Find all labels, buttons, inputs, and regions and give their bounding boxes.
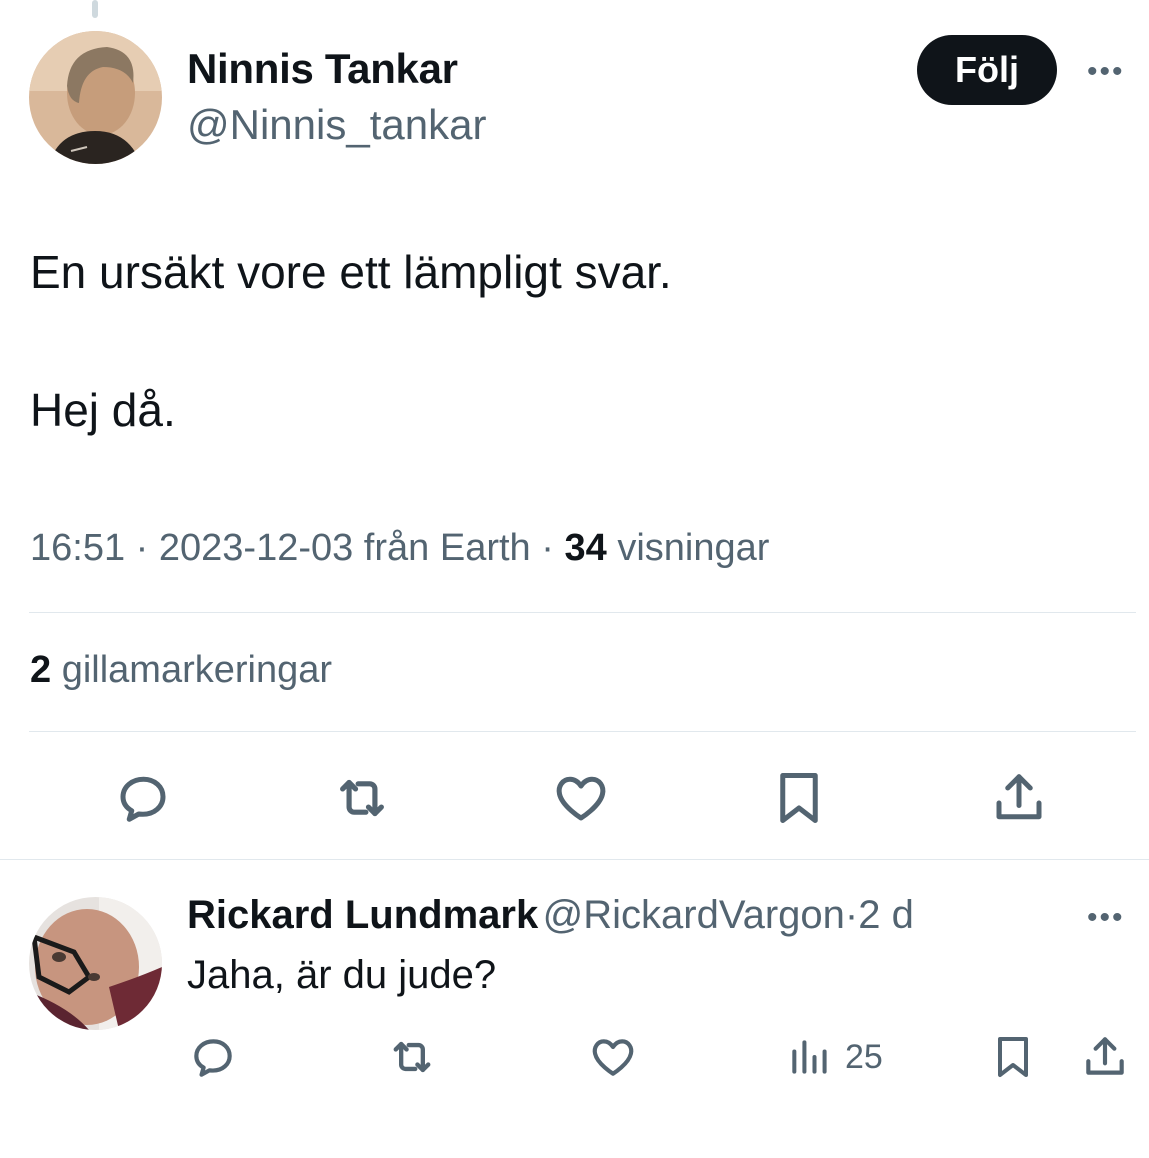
meta-separator: ·: [541, 527, 554, 569]
heart-icon[interactable]: [586, 1030, 640, 1084]
reply-author-name[interactable]: Rickard Lundmark: [187, 893, 538, 937]
tweet-time[interactable]: 16:51: [30, 527, 125, 569]
tweet-date-source: 2023-12-03 från Earth: [158, 527, 531, 569]
avatar-image: [29, 897, 162, 1030]
more-options-icon[interactable]: •••: [1087, 57, 1125, 87]
reply-text: Jaha, är du jude?: [187, 953, 497, 997]
bookmark-icon[interactable]: [986, 1030, 1040, 1084]
views-label: visningar: [617, 527, 770, 569]
analytics-icon: [792, 1040, 827, 1074]
likes-count: 2: [30, 649, 52, 691]
likes-summary[interactable]: 2 gillamarkeringar: [30, 649, 332, 692]
avatar-image: [29, 31, 162, 164]
reply-icon[interactable]: [110, 765, 176, 831]
divider: [0, 859, 1149, 860]
analytics-button[interactable]: 25: [787, 1030, 907, 1084]
reply-more-options-icon[interactable]: •••: [1087, 903, 1125, 933]
reply-author-handle[interactable]: @RickardVargon: [543, 893, 845, 937]
tweet-text-line-1: En ursäkt vore ett lämpligt svar.: [30, 246, 672, 298]
share-icon[interactable]: [1078, 1030, 1132, 1084]
share-icon[interactable]: [986, 765, 1052, 831]
tweet-text-line-2: Hej då.: [30, 384, 176, 436]
thread-connector: [92, 0, 98, 18]
retweet-icon[interactable]: [385, 1030, 439, 1084]
reply-views-count: 25: [845, 1037, 883, 1076]
views-count: 34: [564, 527, 607, 569]
follow-button[interactable]: Följ: [917, 35, 1057, 105]
author-handle[interactable]: @Ninnis_tankar: [187, 101, 486, 149]
divider: [29, 612, 1136, 613]
retweet-icon[interactable]: [329, 765, 395, 831]
divider: [29, 731, 1136, 732]
reply-icon[interactable]: [186, 1030, 240, 1084]
likes-label: gillamarkeringar: [61, 649, 333, 691]
bookmark-icon[interactable]: [766, 765, 832, 831]
heart-icon[interactable]: [548, 765, 614, 831]
author-name[interactable]: Ninnis Tankar: [187, 45, 458, 93]
author-avatar[interactable]: [29, 31, 162, 164]
meta-separator: ·: [135, 527, 149, 569]
reply-author-avatar[interactable]: [29, 897, 162, 1030]
meta-separator: ·: [844, 893, 859, 937]
reply-age[interactable]: 2 d: [858, 893, 914, 937]
reply-header: Rickard Lundmark @RickardVargon·2 d: [187, 893, 914, 938]
tweet-meta: 16:51 · 2023-12-03 från Earth · 34 visni…: [30, 527, 769, 570]
